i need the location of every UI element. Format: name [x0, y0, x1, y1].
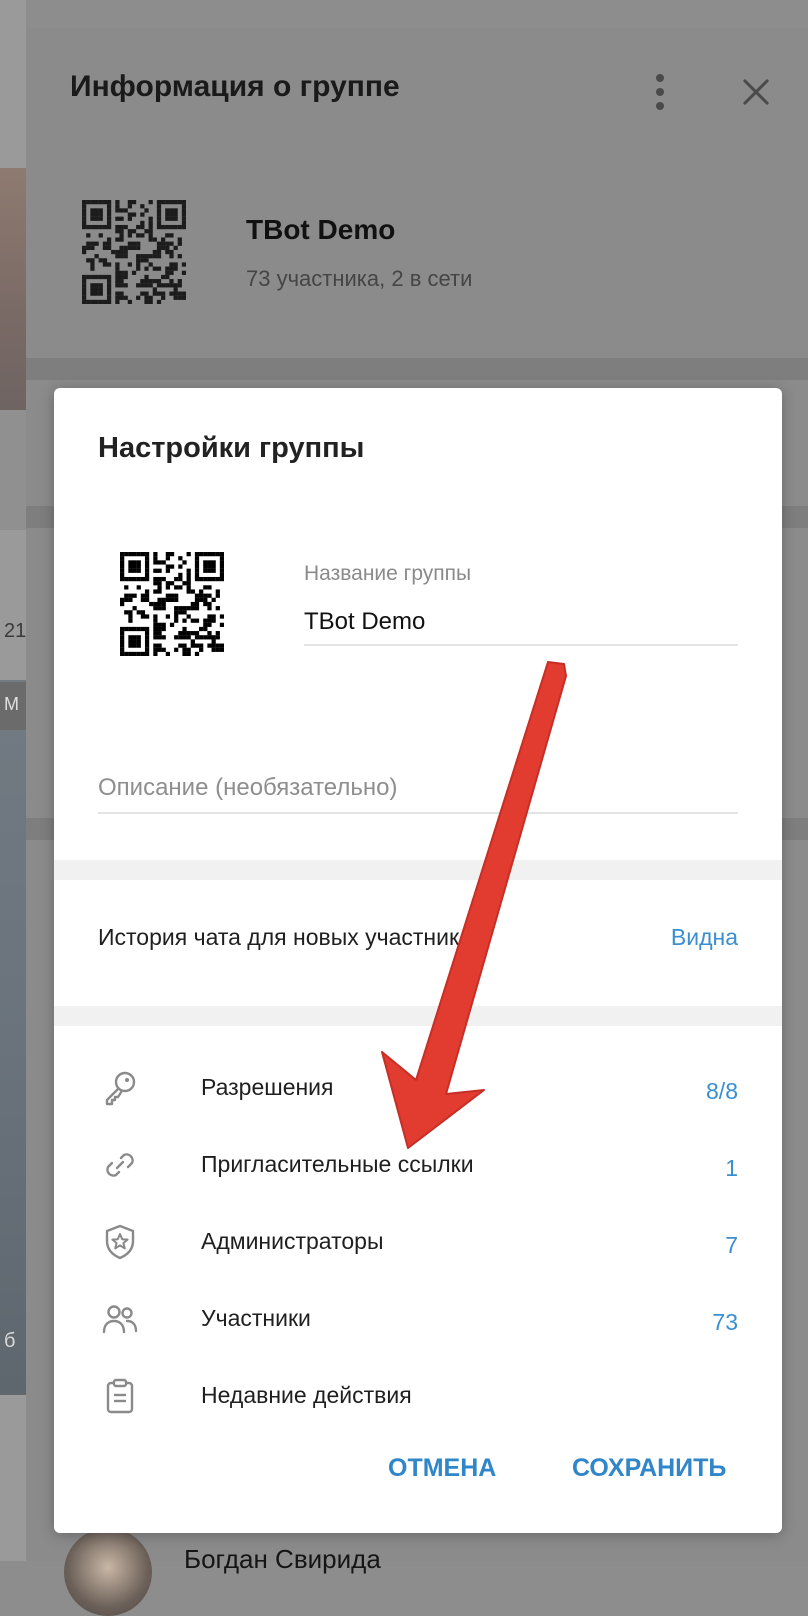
more-vertical-icon[interactable] [654, 72, 666, 112]
menu-item-administrators[interactable]: Администраторы 7 [54, 1208, 782, 1282]
menu-item-permissions[interactable]: Разрешения 8/8 [54, 1054, 782, 1128]
background-text-fragment: М [4, 694, 19, 714]
permissions-label: Разрешения [201, 1074, 334, 1100]
group-name-label: Название группы [304, 562, 472, 585]
close-icon[interactable] [736, 72, 776, 112]
invite-links-label: Пригласительные ссылки [201, 1151, 474, 1177]
link-icon [106, 1153, 134, 1177]
section-divider [54, 1006, 782, 1026]
save-button[interactable]: СОХРАНИТЬ [572, 1454, 726, 1483]
invite-links-value: 1 [725, 1155, 738, 1181]
chat-history-setting[interactable]: История чата для новых участников Видна [54, 880, 782, 1006]
key-icon [105, 1071, 136, 1106]
menu-item-invite-links[interactable]: Пригласительные ссылки 1 [54, 1131, 782, 1205]
member-name[interactable]: Богдан Свирида [184, 1544, 381, 1575]
background-strip [0, 410, 26, 530]
group-settings-dialog: Настройки группы Название группы История… [54, 388, 782, 1533]
menu-item-members[interactable]: Участники 73 [54, 1285, 782, 1359]
group-name-input[interactable] [304, 600, 738, 646]
section-divider [54, 860, 782, 880]
members-label: Участники [201, 1305, 311, 1331]
users-icon [102, 1305, 138, 1334]
cancel-button[interactable]: ОТМЕНА [388, 1454, 496, 1483]
shield-star-icon [105, 1224, 135, 1260]
background-photo [0, 168, 26, 410]
background-text-fragment: 21 [4, 620, 27, 642]
member-avatar[interactable] [64, 1528, 152, 1616]
description-input[interactable] [98, 764, 738, 814]
chat-history-label: История чата для новых участников [98, 924, 485, 950]
permissions-value: 8/8 [706, 1078, 738, 1104]
group-photo-qr-icon[interactable] [120, 552, 224, 656]
members-status: 73 участника, 2 в сети [246, 266, 473, 291]
background-text-fragment: б [4, 1330, 16, 1352]
administrators-value: 7 [725, 1232, 738, 1258]
divider [26, 358, 808, 380]
menu-item-recent-actions[interactable]: Недавние действия [54, 1362, 782, 1436]
chat-history-value: Видна [670, 924, 738, 950]
administrators-label: Администраторы [201, 1228, 384, 1254]
recent-actions-label: Недавние действия [201, 1382, 412, 1408]
group-info-header: Информация о группе [26, 28, 808, 158]
group-info-title: Информация о группе [70, 70, 400, 103]
background-photo-2 [0, 680, 26, 1395]
members-value: 73 [712, 1309, 738, 1335]
group-name: TBot Demo [246, 214, 396, 245]
clipboard-icon [106, 1378, 134, 1414]
dialog-title: Настройки группы [98, 432, 365, 464]
group-avatar-qr-icon [82, 200, 186, 304]
